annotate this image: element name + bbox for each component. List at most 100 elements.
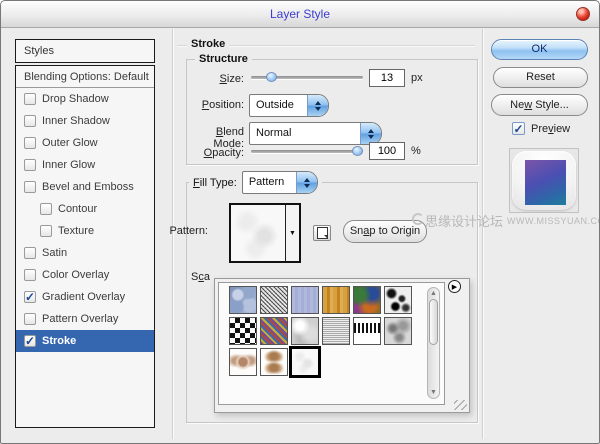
checkbox-icon[interactable]: ✓ — [24, 335, 36, 347]
pattern-dropdown-strip[interactable]: ▼ — [285, 205, 299, 261]
scroll-up-icon[interactable]: ▲ — [428, 290, 439, 297]
size-slider-thumb[interactable] — [266, 72, 277, 82]
sidebar-item-pattern-overlay[interactable]: Pattern Overlay — [16, 308, 154, 330]
structure-legend: Structure — [195, 53, 252, 65]
pattern-swatch-checkerboard[interactable] — [229, 317, 257, 345]
sidebar-item-label: Drop Shadow — [42, 93, 109, 105]
sidebar-item-label: Bevel and Emboss — [42, 181, 134, 193]
sidebar-item-drop-shadow[interactable]: Drop Shadow — [16, 88, 154, 110]
checkbox-icon[interactable] — [24, 181, 36, 193]
preview-gradient — [525, 160, 566, 205]
scroll-down-icon[interactable]: ▼ — [428, 389, 439, 396]
sidebar-item-stroke[interactable]: ✓ Stroke — [16, 330, 154, 352]
fill-type-select[interactable]: Pattern — [242, 171, 318, 194]
dialog-title: Layer Style — [1, 7, 599, 21]
sidebar-item-satin[interactable]: Satin — [16, 242, 154, 264]
sidebar-item-label: Inner Glow — [42, 159, 95, 171]
pattern-swatch-blue-bubbles[interactable] — [229, 286, 257, 314]
checkbox-icon[interactable] — [24, 159, 36, 171]
position-value: Outside — [250, 95, 307, 116]
sidebar-item-label: Pattern Overlay — [42, 313, 118, 325]
position-label: Position: — [187, 99, 244, 111]
opacity-label: Opacity: — [187, 147, 244, 159]
pattern-grid — [229, 286, 412, 379]
size-unit: px — [411, 72, 423, 84]
pattern-swatch-white-texture[interactable] — [289, 346, 321, 378]
resize-grip[interactable] — [454, 400, 467, 410]
preview-label: Preview — [531, 123, 570, 135]
opacity-slider-track — [251, 150, 363, 153]
sidebar-item-label: Gradient Overlay — [42, 291, 125, 303]
watermark-cn: 思缘设计论坛 — [425, 211, 503, 230]
checkbox-icon[interactable] — [24, 93, 36, 105]
size-label: Size: — [187, 73, 244, 85]
pattern-swatch-color-mosaic[interactable] — [260, 317, 288, 345]
sidebar-item-blending-options-default[interactable]: Blending Options: Default — [16, 66, 154, 88]
new-style-button[interactable]: New Style... — [491, 94, 588, 116]
picker-menu-button[interactable]: ▶ — [448, 280, 461, 293]
checkbox-icon[interactable] — [24, 115, 36, 127]
pattern-swatch-periwinkle-weave[interactable] — [291, 286, 319, 314]
checkbox-icon[interactable] — [24, 247, 36, 259]
sidebar-item-label: Satin — [42, 247, 67, 259]
reset-button[interactable]: Reset — [493, 67, 588, 88]
watermark: 思缘设计论坛 WWW.MISSYUAN.COM — [425, 211, 600, 230]
sidebar-item-gradient-overlay[interactable]: ✓ Gradient Overlay — [16, 286, 154, 308]
watermark-en: WWW.MISSYUAN.COM — [507, 216, 600, 226]
opacity-slider[interactable] — [251, 147, 363, 157]
pattern-swatch-gray-noise[interactable] — [260, 286, 288, 314]
styles-header: Styles — [15, 39, 155, 63]
new-preset-icon — [317, 227, 328, 239]
sidebar-item-inner-glow[interactable]: Inner Glow — [16, 154, 154, 176]
size-slider[interactable] — [251, 73, 363, 83]
pattern-swatch-color-plaid[interactable] — [353, 286, 381, 314]
structure-group: Structure Size: px Position: Outside Ble… — [186, 59, 478, 165]
pattern-swatch-tan-ornament[interactable] — [229, 348, 257, 376]
checkbox-icon[interactable] — [40, 225, 52, 237]
pattern-swatch-gray-clouds[interactable] — [291, 317, 319, 345]
new-pattern-button[interactable] — [313, 225, 331, 241]
pattern-picker-trigger[interactable]: ▼ — [229, 203, 301, 263]
watermark-logo-icon — [412, 213, 424, 225]
checkbox-icon[interactable]: ✓ — [24, 291, 36, 303]
close-icon[interactable] — [576, 7, 590, 21]
sidebar-item-contour[interactable]: Contour — [16, 198, 154, 220]
sidebar-item-label: Inner Shadow — [42, 115, 110, 127]
opacity-slider-thumb[interactable] — [352, 146, 363, 156]
ok-button[interactable]: OK — [491, 39, 588, 60]
checkbox-icon[interactable] — [40, 203, 52, 215]
preview-panel — [509, 148, 579, 213]
size-value-field[interactable] — [369, 69, 405, 87]
pattern-swatch-gray-marble[interactable] — [384, 317, 412, 345]
chevron-down-icon: ▼ — [289, 230, 296, 237]
title-bar[interactable]: Layer Style — [1, 1, 599, 28]
blend-mode-select[interactable]: Normal — [249, 122, 382, 145]
styles-list: Blending Options: Default Drop Shadow Inne… — [15, 65, 155, 428]
sidebar-item-texture[interactable]: Texture — [16, 220, 154, 242]
sidebar-item-label: Stroke — [42, 335, 76, 347]
pattern-swatch-moth-pair[interactable] — [260, 348, 288, 376]
sidebar-item-outer-glow[interactable]: Outer Glow — [16, 132, 154, 154]
stepper-icon — [360, 123, 381, 144]
layer-style-dialog: Layer Style Styles Blending Options: Def… — [0, 0, 600, 444]
scrollbar-thumb[interactable] — [429, 299, 438, 345]
pattern-swatch-zigzag-lines[interactable] — [353, 317, 381, 345]
pattern-swatch-fine-noise[interactable] — [322, 317, 350, 345]
opacity-value-field[interactable] — [369, 142, 405, 160]
pattern-swatch-ochre-wood[interactable] — [322, 286, 350, 314]
sidebar-item-inner-shadow[interactable]: Inner Shadow — [16, 110, 154, 132]
checkbox-icon[interactable] — [24, 313, 36, 325]
checkbox-icon[interactable] — [24, 137, 36, 149]
flyout-arrow-icon: ▶ — [452, 283, 457, 291]
preview-checkbox[interactable]: ✓ — [512, 122, 525, 135]
checkbox-icon[interactable] — [24, 269, 36, 281]
sidebar-item-bevel-and-emboss[interactable]: Bevel and Emboss — [16, 176, 154, 198]
pattern-swatch-bw-marble[interactable] — [384, 286, 412, 314]
position-select[interactable]: Outside — [249, 94, 329, 117]
sidebar-item-color-overlay[interactable]: Color Overlay — [16, 264, 154, 286]
pattern-preview — [231, 205, 285, 261]
pattern-scrollbar[interactable]: ▲ ▼ — [427, 287, 440, 399]
stepper-icon — [307, 95, 328, 116]
divider-right — [482, 29, 483, 439]
sidebar-item-label: Texture — [58, 225, 94, 237]
